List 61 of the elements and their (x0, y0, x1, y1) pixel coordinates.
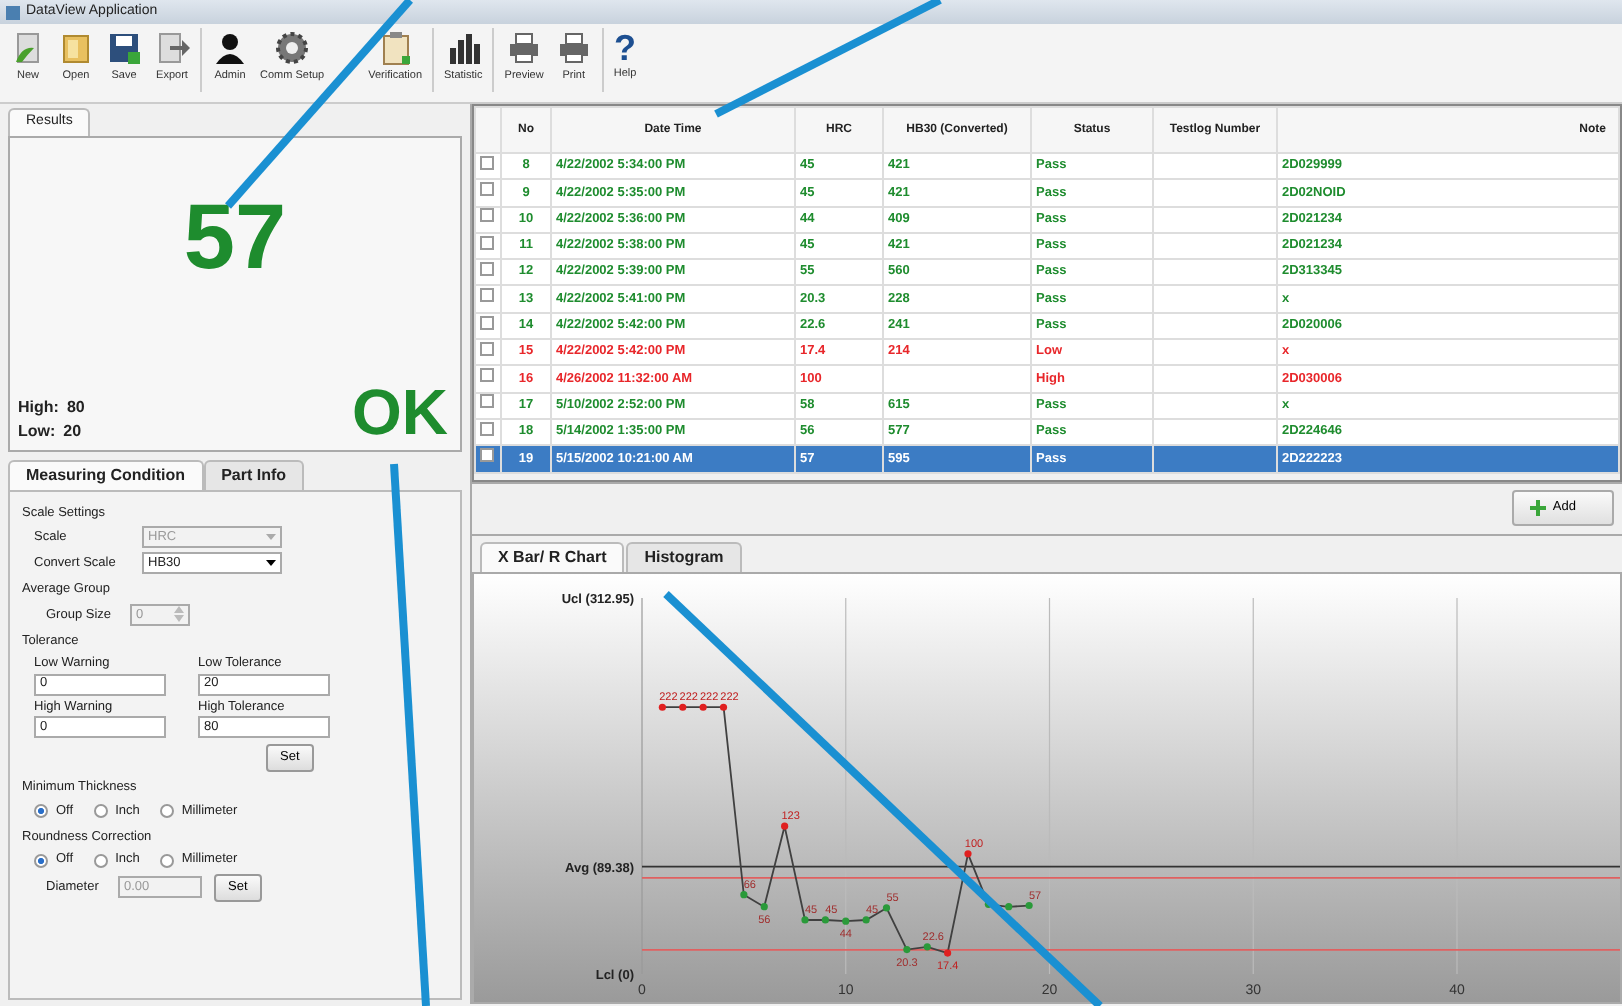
checkbox[interactable] (480, 315, 494, 330)
checkbox[interactable] (480, 288, 494, 303)
save-icon (106, 30, 142, 66)
radio-button[interactable] (159, 853, 174, 868)
data-point (781, 822, 789, 830)
checkbox[interactable] (480, 448, 494, 463)
data-point (984, 900, 992, 908)
data-point (964, 850, 972, 858)
data-point (1005, 903, 1013, 911)
result-status: OK (352, 379, 448, 443)
low-value: 20 (63, 419, 82, 443)
data-point (658, 703, 666, 711)
person-icon (212, 30, 248, 66)
data-point (903, 946, 911, 954)
arrow-document-icon (154, 30, 190, 66)
help-icon: ? (614, 28, 636, 68)
data-point (944, 949, 952, 957)
data-point (699, 703, 707, 711)
high-label: High: (18, 395, 59, 419)
checkbox[interactable] (480, 235, 494, 250)
checkbox[interactable] (480, 421, 494, 436)
plus-icon (1530, 500, 1547, 517)
data-point (679, 703, 687, 711)
caret-icon (266, 533, 276, 540)
data-point (882, 904, 891, 912)
checkbox[interactable] (480, 155, 494, 170)
tab[interactable]: Measuring Condition (8, 459, 204, 489)
radio-button[interactable] (93, 804, 108, 819)
checkbox[interactable] (480, 394, 494, 409)
data-point (719, 703, 728, 711)
data-point (801, 916, 809, 924)
high-value: 80 (66, 395, 85, 419)
low-label: Low: (18, 419, 56, 443)
tab[interactable]: X Bar/ R Chart (480, 542, 625, 572)
caret-icon (266, 559, 276, 566)
data-point (740, 891, 748, 899)
bar-chart-icon (445, 30, 482, 66)
data-point (821, 916, 829, 924)
data-point (923, 943, 931, 951)
tab[interactable]: Part Info (203, 459, 305, 489)
radio-button[interactable] (34, 804, 48, 819)
radio-button[interactable] (93, 853, 108, 868)
gear-icon (274, 30, 311, 66)
clipboard-icon (377, 30, 414, 66)
data-point (1025, 901, 1033, 910)
tab[interactable]: Histogram (626, 542, 742, 572)
checkbox[interactable] (480, 208, 494, 223)
data-point (862, 916, 870, 924)
radio-button[interactable] (34, 853, 48, 868)
checkbox[interactable] (480, 182, 494, 197)
app-icon (6, 5, 20, 19)
printer-icon (555, 30, 592, 66)
radio-button[interactable] (159, 804, 174, 819)
printer-icon (506, 30, 543, 66)
data-point (842, 917, 850, 925)
folder-icon (58, 30, 94, 66)
checkbox[interactable] (480, 368, 494, 383)
checkbox[interactable] (480, 341, 494, 356)
checkbox[interactable] (480, 261, 494, 276)
measurement-value: 57 (181, 189, 289, 281)
data-point (760, 903, 768, 911)
